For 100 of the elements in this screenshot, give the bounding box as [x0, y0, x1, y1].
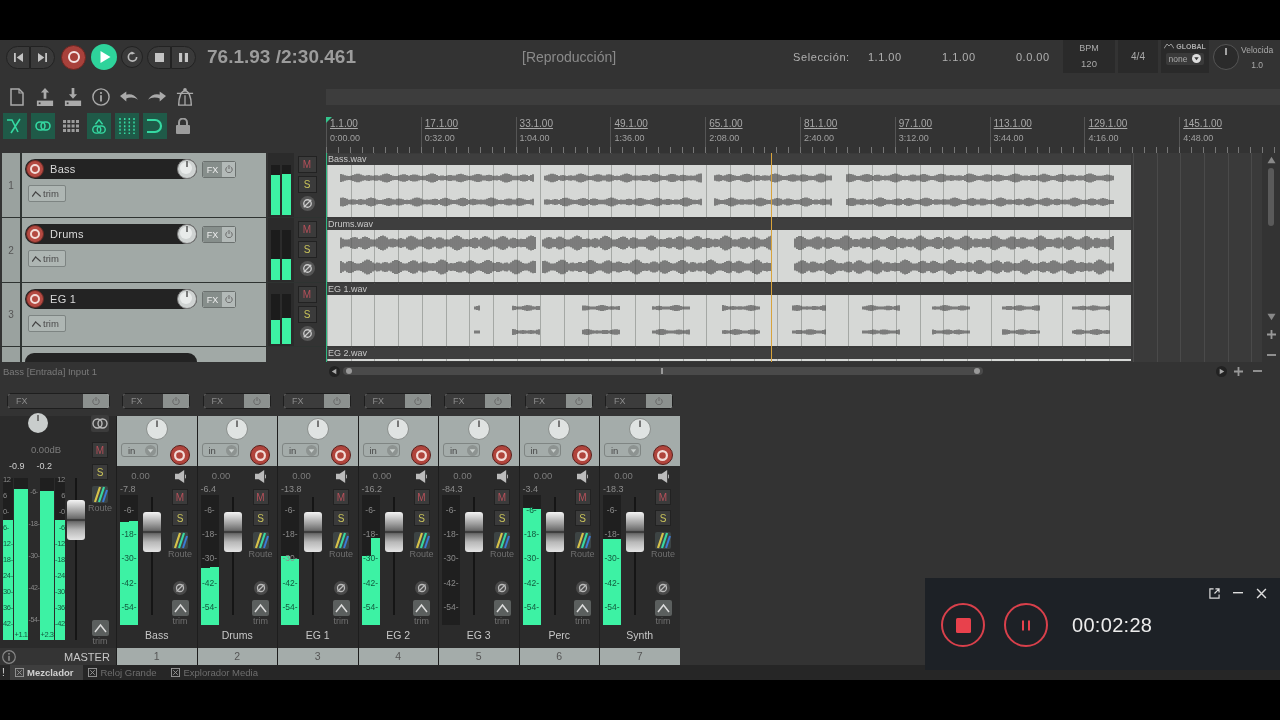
speaker-icon[interactable] — [174, 470, 186, 483]
solo-button[interactable]: S — [413, 510, 430, 526]
input-dropdown[interactable]: in — [121, 443, 158, 457]
slashed-circle-icon[interactable] — [334, 581, 348, 595]
fader-handle[interactable] — [626, 512, 644, 553]
trim-button[interactable]: trim — [28, 185, 66, 202]
pause-button[interactable] — [171, 45, 196, 69]
selection-value[interactable]: 0.0.00 — [1016, 51, 1063, 63]
trim-button[interactable]: trim — [91, 620, 109, 646]
trim-button[interactable]: trim — [332, 600, 350, 626]
input-dropdown[interactable]: in — [282, 443, 319, 457]
solo-button[interactable]: S — [494, 510, 510, 526]
close-box-icon[interactable] — [88, 668, 98, 677]
solo-button[interactable]: S — [297, 176, 317, 193]
scroll-left-icon[interactable] — [329, 365, 340, 377]
fader-track[interactable] — [223, 497, 242, 615]
selection-value[interactable]: 1.1.00 — [942, 51, 1016, 63]
record-arm-button[interactable] — [491, 445, 512, 465]
record-button[interactable] — [61, 44, 86, 70]
input-dropdown[interactable]: in — [523, 443, 561, 457]
stop-button[interactable] — [147, 45, 171, 69]
slashed-circle-icon[interactable] — [656, 581, 670, 595]
fx-button[interactable]: FX — [202, 160, 236, 178]
pause-recording-button[interactable] — [1004, 603, 1048, 647]
speaker-icon[interactable] — [657, 470, 669, 483]
rate-knob[interactable] — [1213, 44, 1239, 70]
ripple-button[interactable] — [3, 113, 27, 139]
slashed-circle-icon[interactable] — [495, 581, 509, 595]
download-icon[interactable] — [64, 88, 82, 106]
record-arm-button[interactable] — [169, 445, 190, 465]
arc-button[interactable] — [143, 113, 167, 139]
horizontal-scrollbar[interactable] — [343, 366, 983, 376]
solo-button[interactable]: S — [655, 510, 671, 526]
slashed-circle-icon[interactable] — [575, 581, 590, 595]
solo-button[interactable]: S — [574, 510, 591, 526]
slashed-circle-icon[interactable] — [414, 581, 429, 595]
time-signature[interactable]: 4/4 — [1118, 39, 1158, 73]
route-button[interactable]: Route — [409, 532, 434, 559]
track-name-bar[interactable]: Bass — [25, 159, 197, 179]
fader-handle[interactable] — [384, 512, 403, 553]
trim-button[interactable]: trim — [413, 600, 430, 626]
play-button[interactable] — [91, 44, 117, 70]
solo-button[interactable]: S — [92, 464, 108, 480]
scroll-right-icon[interactable] — [1216, 365, 1227, 377]
speaker-icon[interactable] — [416, 470, 427, 483]
plus-icon[interactable] — [1266, 330, 1276, 339]
trim-button[interactable]: trim — [28, 315, 66, 332]
track-name-bar[interactable] — [25, 353, 197, 362]
mute-button[interactable]: M — [413, 489, 430, 505]
solo-button[interactable]: S — [252, 510, 269, 526]
track-name-bar[interactable]: Drums — [25, 224, 197, 244]
volume-knob[interactable] — [177, 289, 197, 309]
trim-button[interactable]: trim — [574, 600, 591, 626]
mute-button[interactable]: M — [655, 489, 671, 505]
pop-out-icon[interactable] — [1209, 587, 1220, 599]
fader-handle[interactable] — [465, 512, 483, 553]
fx-button[interactable]: FX — [283, 393, 351, 409]
solo-button[interactable]: S — [297, 241, 317, 258]
track-header[interactable]: EG 1 FX trim — [22, 283, 266, 346]
fader-handle[interactable] — [545, 512, 564, 553]
trim-button[interactable]: trim — [493, 600, 511, 626]
route-button[interactable]: Route — [88, 486, 112, 513]
mute-button[interactable]: M — [297, 156, 317, 173]
speaker-icon[interactable] — [577, 470, 588, 483]
slashed-circle-icon[interactable] — [173, 581, 187, 595]
mute-button[interactable]: M — [252, 489, 269, 505]
mute-button[interactable]: M — [494, 489, 510, 505]
fader-handle[interactable] — [304, 512, 322, 553]
close-icon[interactable] — [1256, 587, 1267, 599]
go-to-end-button[interactable] — [30, 45, 55, 69]
track-header[interactable]: Drums FX trim — [22, 218, 266, 282]
fader-track[interactable] — [626, 497, 644, 615]
slashed-circle-icon[interactable] — [299, 326, 315, 341]
record-arm-button[interactable] — [572, 445, 592, 465]
solo-button[interactable]: S — [172, 510, 188, 526]
fader-track[interactable] — [304, 497, 322, 615]
fx-button[interactable]: FX — [605, 393, 673, 409]
route-button[interactable]: Route — [248, 532, 273, 559]
route-button[interactable]: Route — [490, 532, 514, 559]
trim-button[interactable]: trim — [28, 250, 66, 267]
record-arm-button[interactable] — [330, 445, 351, 465]
selection-value[interactable]: 1.1.00 — [868, 51, 942, 63]
speaker-icon[interactable] — [496, 470, 508, 483]
tempo-display[interactable]: BPM 120 — [1063, 39, 1115, 73]
solo-button[interactable]: S — [297, 306, 317, 323]
input-dropdown[interactable]: in — [443, 443, 480, 457]
pan-knob[interactable] — [28, 413, 48, 433]
route-button[interactable]: Route — [329, 532, 353, 559]
record-arm-button[interactable] — [652, 445, 673, 465]
solo-button[interactable]: S — [333, 510, 349, 526]
linked-rings-icon[interactable] — [91, 415, 109, 432]
fx-button[interactable]: FX — [524, 393, 593, 409]
input-dropdown[interactable]: in — [604, 443, 641, 457]
slashed-circle-icon[interactable] — [299, 261, 315, 276]
info-icon[interactable] — [2, 649, 16, 664]
go-to-start-button[interactable] — [6, 45, 30, 69]
mute-button[interactable]: M — [92, 442, 108, 458]
fader-track[interactable] — [465, 497, 483, 615]
route-button[interactable]: Route — [651, 532, 675, 559]
record-arm-button[interactable] — [26, 160, 44, 178]
